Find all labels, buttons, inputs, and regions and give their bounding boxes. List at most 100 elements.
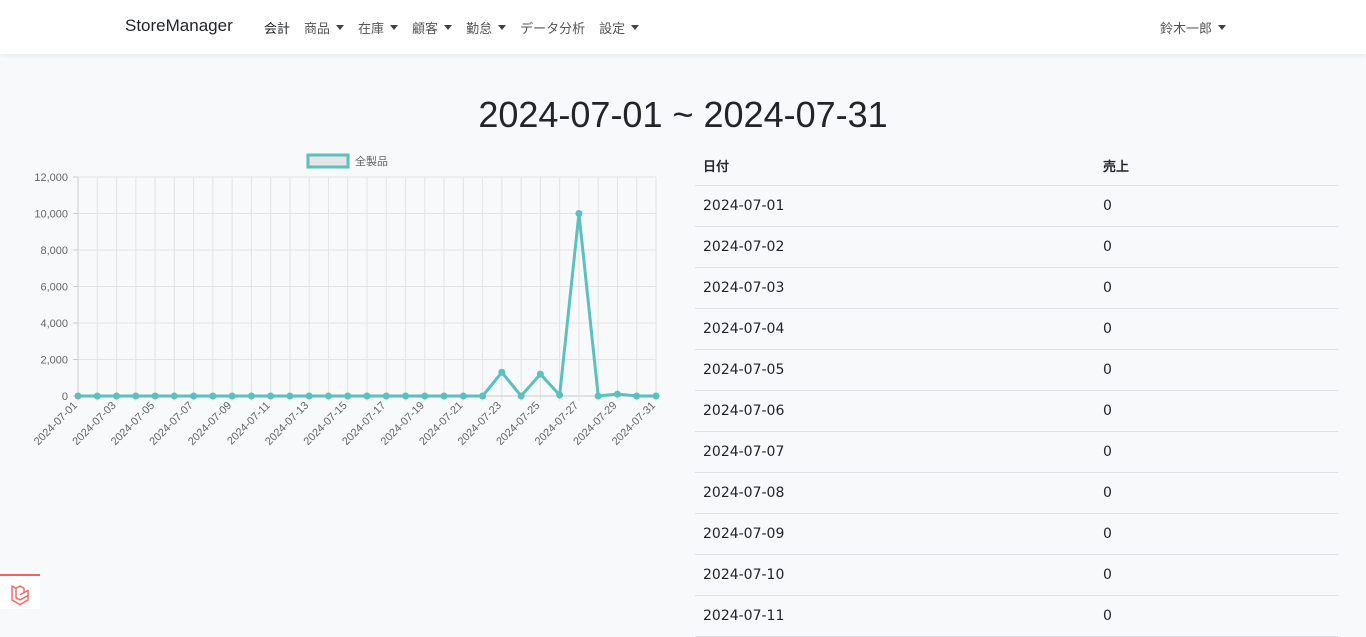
data-point <box>440 392 448 400</box>
cell-sales: 0 <box>1103 321 1112 337</box>
data-point <box>536 370 544 378</box>
data-point <box>363 392 371 400</box>
nav-item-customers[interactable]: 顧客 <box>412 18 453 37</box>
data-point <box>344 392 352 400</box>
cell-sales: 0 <box>1103 198 1112 214</box>
table-row: 2024-07-06 0 <box>695 391 1338 432</box>
table-row: 2024-07-09 0 <box>695 514 1338 555</box>
cell-sales: 0 <box>1103 362 1112 378</box>
table-row: 2024-07-08 0 <box>695 473 1338 514</box>
nav-item-accounting[interactable]: 会計 <box>264 18 290 37</box>
data-point <box>479 392 487 400</box>
chart-svg: 02,0004,0006,0008,00010,00012,0002024-07… <box>32 153 660 448</box>
nav-item-label: 商品 <box>304 21 331 37</box>
data-point <box>652 392 660 400</box>
top-navbar: StoreManager 会計 商品 在庫 顧客 勤怠 データ分析 設定 鈴木一… <box>0 0 1366 54</box>
legend-swatch <box>306 153 350 169</box>
table-row: 2024-07-11 0 <box>695 596 1338 637</box>
y-tick-label: 8,000 <box>40 245 68 257</box>
brand-link[interactable]: StoreManager <box>125 16 233 36</box>
cell-date: 2024-07-02 <box>703 239 785 255</box>
cell-date: 2024-07-11 <box>703 608 785 624</box>
cell-sales: 0 <box>1103 239 1112 255</box>
column-header-date: 日付 <box>703 160 730 175</box>
chevron-down-icon <box>631 24 640 30</box>
sales-line-chart: 0 2,000 4,000 6,000 8,000 10,000 12,000 2024-07… <box>30 150 670 470</box>
cell-sales: 0 <box>1103 444 1112 460</box>
nav-item-settings[interactable]: 設定 <box>599 18 640 37</box>
chevron-down-icon <box>444 24 453 30</box>
cell-date: 2024-07-04 <box>703 321 785 337</box>
data-point <box>190 392 198 400</box>
column-header-sales: 売上 <box>1103 160 1130 175</box>
data-point <box>151 392 159 400</box>
data-point <box>402 392 410 400</box>
table-row: 2024-07-02 0 <box>695 227 1338 268</box>
data-point <box>113 392 121 400</box>
cell-sales: 0 <box>1103 485 1112 501</box>
data-point <box>517 392 525 400</box>
cell-date: 2024-07-10 <box>703 567 785 583</box>
nav-item-label: 顧客 <box>412 21 439 37</box>
nav-item-label: 勤怠 <box>466 21 493 37</box>
nav-item-inventory[interactable]: 在庫 <box>358 18 399 37</box>
data-point <box>633 392 641 400</box>
data-point <box>498 368 506 376</box>
nav-item-label: データ分析 <box>520 21 586 37</box>
cell-sales: 0 <box>1103 403 1112 419</box>
user-menu[interactable]: 鈴木一郎 <box>1160 0 1227 54</box>
table-row: 2024-07-07 0 <box>695 432 1338 473</box>
y-tick-label: 4,000 <box>40 318 68 330</box>
data-point <box>228 392 236 400</box>
data-point <box>575 210 583 217</box>
y-tick-label: 0 <box>62 391 68 403</box>
nav-item-products[interactable]: 商品 <box>304 18 345 37</box>
nav-item-data-analysis[interactable]: データ分析 <box>520 18 585 37</box>
data-point <box>459 392 467 400</box>
cell-sales: 0 <box>1103 526 1112 542</box>
data-point <box>382 392 390 400</box>
cell-date: 2024-07-03 <box>703 280 785 296</box>
data-point <box>305 392 313 400</box>
table-row: 2024-07-04 0 <box>695 309 1338 350</box>
data-point <box>209 392 217 400</box>
data-point <box>556 391 564 399</box>
legend-label: 全製品 <box>355 154 388 168</box>
user-name: 鈴木一郎 <box>1160 21 1213 37</box>
cell-sales: 0 <box>1103 567 1112 583</box>
data-point <box>613 390 621 398</box>
data-point <box>267 392 275 400</box>
y-tick-label: 12,000 <box>34 172 68 184</box>
main-nav: 会計 商品 在庫 顧客 勤怠 データ分析 設定 <box>264 0 653 54</box>
laravel-logo-icon[interactable] <box>0 574 40 609</box>
data-point <box>247 392 255 400</box>
table-row: 2024-07-01 0 <box>695 186 1338 227</box>
chevron-down-icon <box>390 24 399 30</box>
table-row: 2024-07-03 0 <box>695 268 1338 309</box>
chevron-down-icon <box>1218 24 1227 30</box>
table-row: 2024-07-10 0 <box>695 555 1338 596</box>
y-tick-label: 10,000 <box>34 209 68 221</box>
table-body: 2024-07-01 0 2024-07-02 0 2024-07-03 0 2024-07… <box>695 186 1338 637</box>
y-tick-label: 2,000 <box>40 355 68 367</box>
data-point <box>74 392 82 400</box>
nav-item-label: 会計 <box>264 21 291 37</box>
data-point <box>170 392 178 400</box>
data-point <box>286 392 294 400</box>
sales-table: 日付 売上 2024-07-01 0 2024-07-02 0 2024-07-03 0 2… <box>695 146 1338 637</box>
page-title: 2024-07-01 ~ 2024-07-31 <box>478 94 888 135</box>
data-point <box>594 392 602 400</box>
data-point <box>421 392 429 400</box>
cell-sales: 0 <box>1103 280 1112 296</box>
cell-date: 2024-07-07 <box>703 444 785 460</box>
data-point <box>132 392 140 400</box>
data-point <box>93 392 101 400</box>
nav-item-attendance[interactable]: 勤怠 <box>466 18 507 37</box>
table-header-row: 日付 売上 <box>695 146 1338 186</box>
cell-date: 2024-07-01 <box>703 198 785 214</box>
cell-sales: 0 <box>1103 608 1112 624</box>
cell-date: 2024-07-08 <box>703 485 785 501</box>
cell-date: 2024-07-09 <box>703 526 785 542</box>
cell-date: 2024-07-06 <box>703 403 785 419</box>
nav-item-label: 設定 <box>599 21 626 37</box>
